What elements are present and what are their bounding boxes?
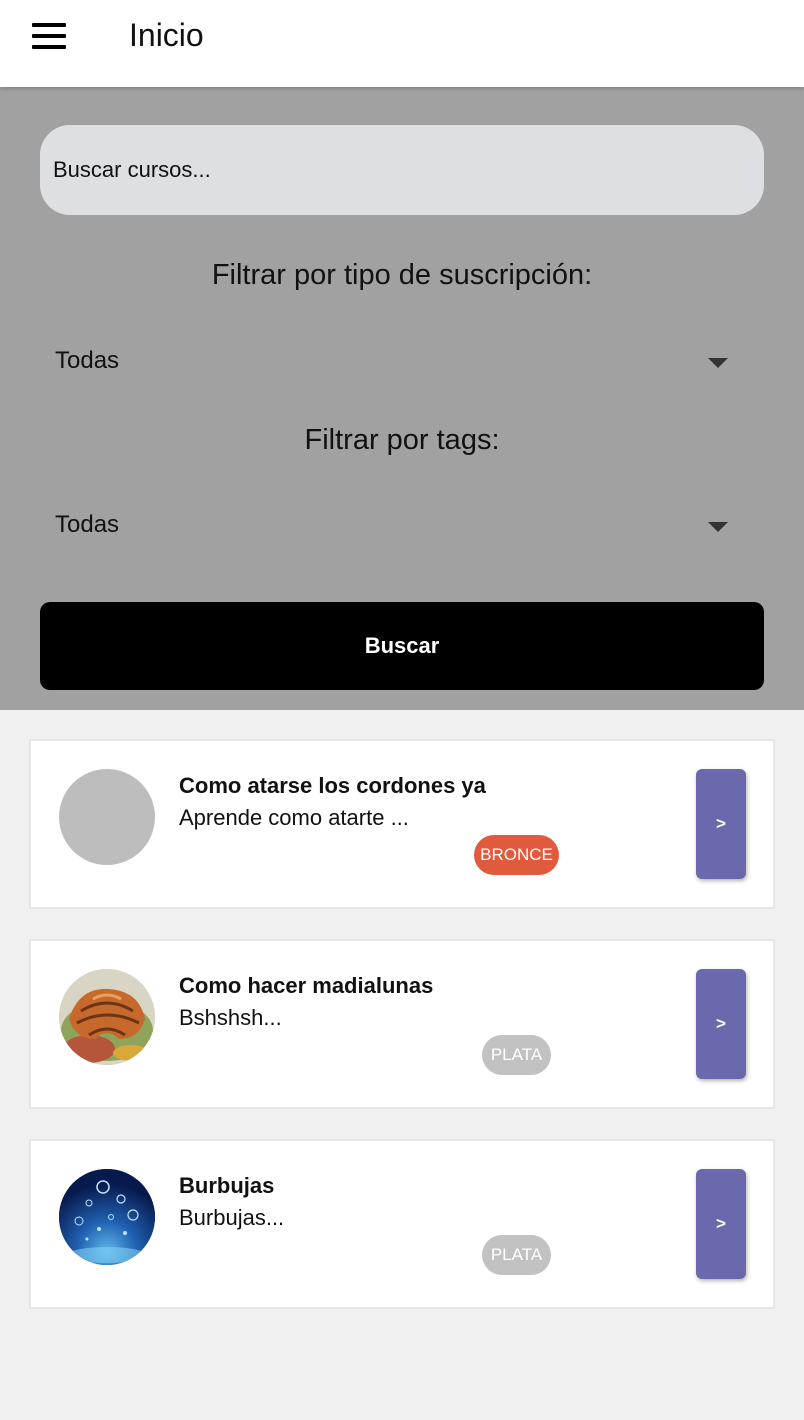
course-thumbnail-placeholder — [59, 769, 155, 865]
tags-filter-value: Todas — [55, 511, 120, 538]
course-description: Burbujas... — [179, 1205, 285, 1230]
course-thumbnail-croissant — [59, 969, 155, 1065]
search-button[interactable]: Buscar — [40, 602, 764, 690]
tags-filter-select[interactable]: Todas — [40, 498, 764, 554]
hamburger-menu-icon[interactable] — [32, 23, 68, 49]
subscription-filter-label: Filtrar por tipo de suscripción: — [211, 259, 593, 291]
course-card: Burbujas Burbujas... PLATA > — [29, 1139, 775, 1309]
page-title: Inicio — [129, 17, 204, 53]
filter-panel: Filtrar por tipo de suscripción: Todas F… — [0, 87, 804, 710]
subscription-filter-select[interactable]: Todas — [40, 334, 764, 390]
subscription-badge: PLATA — [482, 1035, 551, 1075]
subscription-filter-value: Todas — [55, 347, 120, 374]
subscription-badge: BRONCE — [474, 835, 559, 875]
course-description: Bshshsh... — [179, 1005, 282, 1030]
course-description: Aprende como atarte ... — [179, 805, 409, 830]
open-course-button[interactable]: > — [696, 769, 746, 879]
app-bar: Inicio — [0, 0, 804, 87]
course-title: Como hacer madialunas — [179, 973, 434, 998]
dropdown-arrow-icon — [708, 522, 728, 532]
course-card: Como atarse los cordones ya Aprende como… — [29, 739, 775, 909]
search-input[interactable] — [40, 125, 764, 215]
course-title: Burbujas — [179, 1173, 275, 1198]
course-card: Como hacer madialunas Bshshsh... PLATA > — [29, 939, 775, 1109]
course-title: Como atarse los cordones ya — [179, 773, 486, 798]
dropdown-arrow-icon — [708, 358, 728, 368]
subscription-badge: PLATA — [482, 1235, 551, 1275]
open-course-button[interactable]: > — [696, 1169, 746, 1279]
tags-filter-label: Filtrar por tags: — [304, 424, 500, 456]
open-course-button[interactable]: > — [696, 969, 746, 1079]
course-thumbnail-bubbles — [59, 1169, 155, 1265]
